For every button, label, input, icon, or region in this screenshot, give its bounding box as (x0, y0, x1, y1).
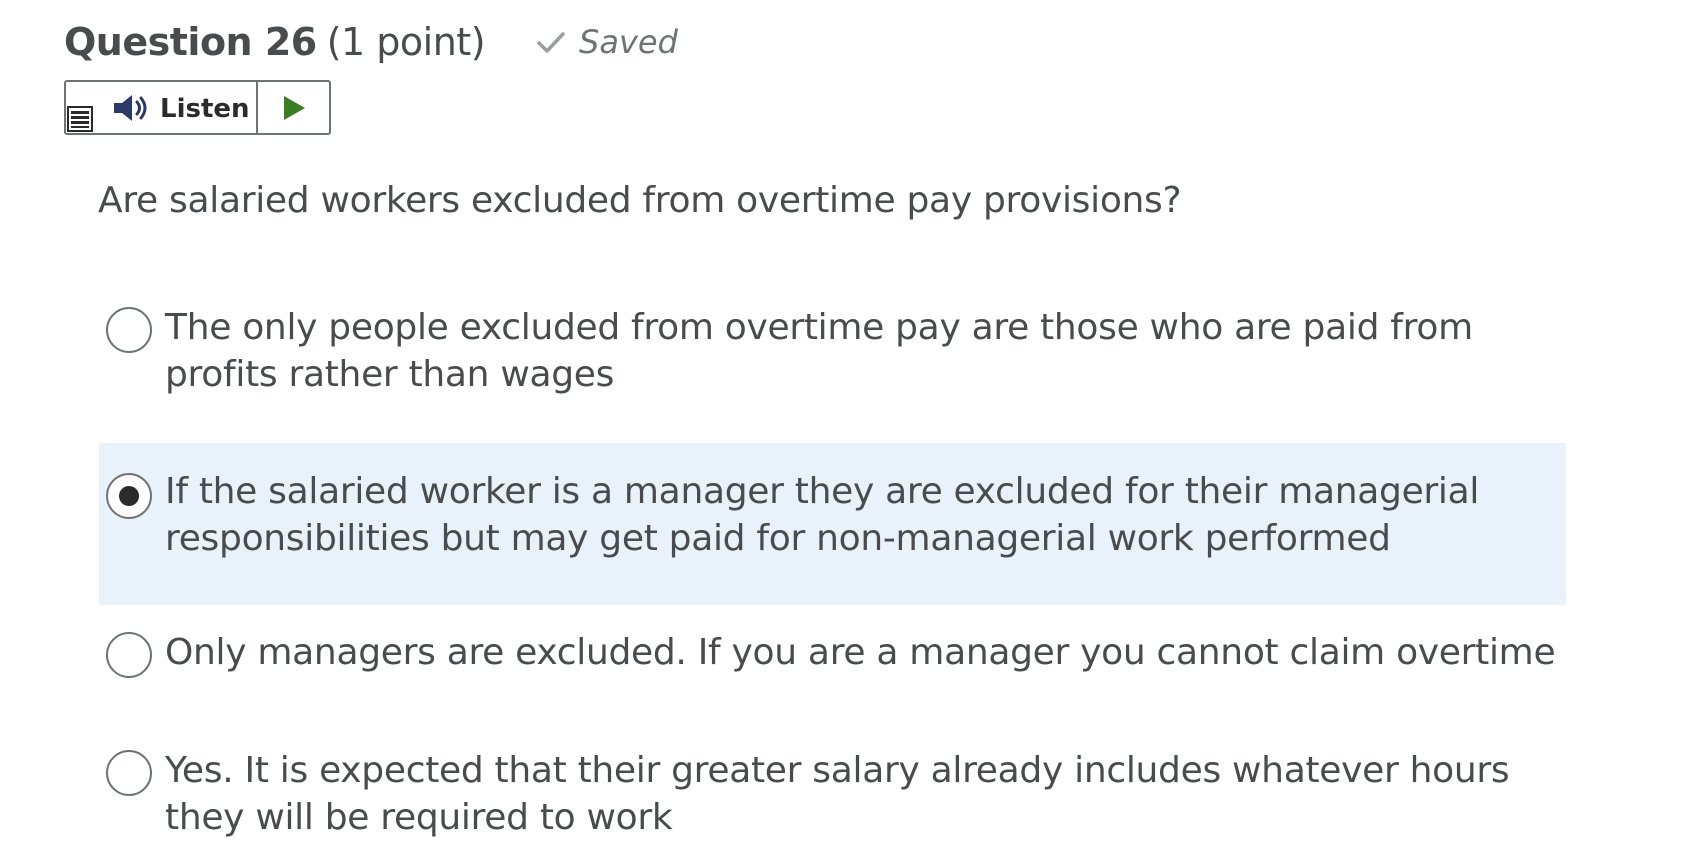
radio-button[interactable] (106, 750, 152, 796)
answer-option-label: Only managers are excluded. If you are a… (165, 632, 1556, 673)
answer-option[interactable]: Yes. It is expected that their greater s… (99, 740, 1566, 840)
listen-label: Listen (160, 94, 250, 124)
question-header: Question 26 (1 point) Saved (64, 14, 678, 70)
question-prompt: Are salaried workers excluded from overt… (98, 180, 1182, 221)
listen-button[interactable]: Listen (66, 82, 258, 133)
question-title: Question 26 (64, 20, 317, 64)
radio-button[interactable] (106, 632, 152, 678)
question-points: (1 point) (326, 20, 486, 64)
speaker-icon (114, 95, 147, 121)
play-button[interactable] (258, 82, 329, 133)
listen-toolbar: Listen (64, 80, 331, 135)
saved-status-text: Saved (579, 23, 678, 61)
saved-status: Saved (535, 23, 678, 61)
answer-option-selected[interactable]: If the salaried worker is a manager they… (99, 443, 1566, 605)
quiz-question-page: Question 26 (1 point) Saved Listen Are s… (0, 0, 1690, 854)
answer-option-label: If the salaried worker is a manager they… (165, 471, 1480, 559)
answer-option-label: Yes. It is expected that their greater s… (165, 750, 1510, 838)
play-icon (283, 95, 305, 120)
answer-option[interactable]: The only people excluded from overtime p… (99, 296, 1566, 406)
menu-icon[interactable] (67, 106, 93, 132)
radio-button[interactable] (106, 307, 152, 353)
answer-option[interactable]: Only managers are excluded. If you are a… (99, 625, 1566, 689)
radio-button-checked[interactable] (106, 473, 152, 519)
answer-option-label: The only people excluded from overtime p… (165, 307, 1473, 395)
check-icon (537, 32, 565, 53)
